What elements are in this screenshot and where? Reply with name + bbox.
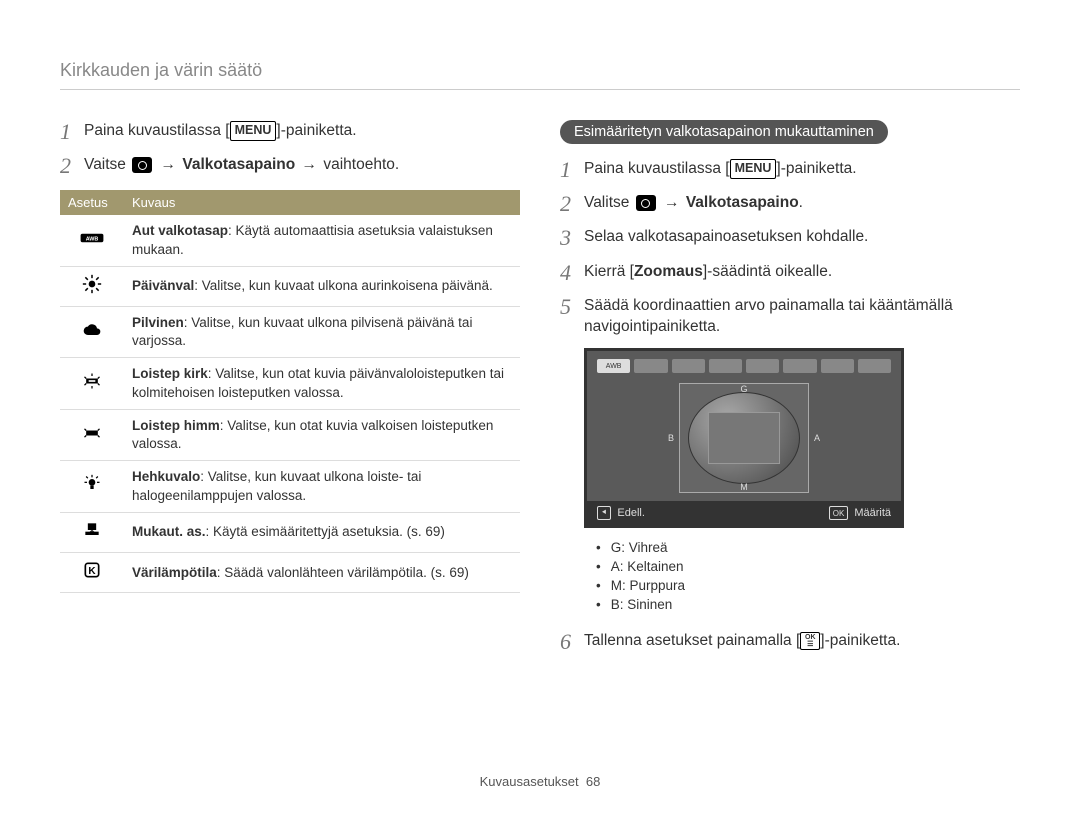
legend-item: A: Keltainen <box>596 557 1020 576</box>
axis-label-a: A <box>814 433 820 443</box>
table-row: AWBAut valkotasap: Käytä automaattisia a… <box>60 215 520 266</box>
row-title: Aut valkotasap <box>132 223 228 238</box>
white-balance-table: Asetus Kuvaus AWBAut valkotasap: Käytä a… <box>60 190 520 593</box>
table-row: Loistep kirk: Valitse, kun otat kuvia pä… <box>60 358 520 409</box>
row-title: Hehkuvalo <box>132 469 200 484</box>
kelvin-icon: K <box>78 560 106 580</box>
row-title: Päivänval <box>132 278 194 293</box>
ok-key-icon: OK <box>829 506 849 520</box>
right-step-5: 5Säädä koordinaattien arvo painamalla ta… <box>560 295 1020 338</box>
row-desc: : Käytä esimääritettyjä asetuksia. (s. 6… <box>206 524 445 539</box>
left-step-1: 1 Paina kuvaustilassa [MENU]-painiketta. <box>60 120 520 144</box>
right-column: Esimääritetyn valkotasapainon mukauttami… <box>560 120 1020 664</box>
color-legend: G: Vihreä A: Keltainen M: Purppura B: Si… <box>596 538 1020 614</box>
step-number: 1 <box>560 158 584 182</box>
wb-icon-strip: AWB <box>587 351 901 379</box>
row-title: Pilvinen <box>132 315 184 330</box>
row-title: Mukaut. as. <box>132 524 206 539</box>
right-step-6: 6 Tallenna asetukset painamalla [OK☰]-pa… <box>560 630 1020 654</box>
left-step-2: 2 Vaitse → Valkotasapaino → vaihtoehto. <box>60 154 520 178</box>
back-key-icon: ⯇ <box>597 506 611 520</box>
right-step-4: 4Kierrä [Zoomaus]-säädintä oikealle. <box>560 261 1020 285</box>
wb-chip <box>672 359 705 373</box>
table-row: Hehkuvalo: Valitse, kun kuvaat ulkona lo… <box>60 461 520 512</box>
table-row: Pilvinen: Valitse, kun kuvaat ulkona pil… <box>60 307 520 358</box>
wb-chip <box>634 359 667 373</box>
step-number: 2 <box>60 154 84 178</box>
wb-chip <box>746 359 779 373</box>
row-desc: : Valitse, kun kuvaat ulkona aurinkoisen… <box>194 278 492 293</box>
legend-item: B: Sininen <box>596 595 1020 614</box>
set-hint: OK Määritä <box>829 506 891 520</box>
left-column: 1 Paina kuvaustilassa [MENU]-painiketta.… <box>60 120 520 664</box>
axis-label-g: G <box>740 384 747 394</box>
table-header-desc: Kuvaus <box>124 190 520 215</box>
menu-chip: MENU <box>730 159 777 179</box>
wb-chip <box>783 359 816 373</box>
step-number: 1 <box>60 120 84 144</box>
step-number: 3 <box>560 226 584 250</box>
sun-icon <box>78 274 106 294</box>
right-step-3: 3Selaa valkotasapainoasetuksen kohdalle. <box>560 226 1020 250</box>
menu-chip: MENU <box>230 121 277 141</box>
table-row: K Värilämpötila: Säädä valonlähteen väril… <box>60 553 520 593</box>
row-desc: : Valitse, kun kuvaat ulkona pilvisenä p… <box>132 315 472 348</box>
camera-icon <box>636 195 656 211</box>
axis-label-b: B <box>668 433 674 443</box>
wb-chip <box>858 359 891 373</box>
camera-icon <box>132 157 152 173</box>
row-title: Värilämpötila <box>132 565 217 580</box>
wb-chip <box>821 359 854 373</box>
cloud-icon <box>78 320 106 340</box>
table-row: Loistep himm: Valitse, kun otat kuvia va… <box>60 409 520 460</box>
table-header-setting: Asetus <box>60 190 124 215</box>
back-hint: ⯇ Edell. <box>597 506 645 520</box>
right-step-1: 1Paina kuvaustilassa [MENU]-painiketta. <box>560 158 1020 182</box>
ok-chip-icon: OK☰ <box>800 632 820 650</box>
step-number: 5 <box>560 295 584 319</box>
legend-item: G: Vihreä <box>596 538 1020 557</box>
tungsten-icon <box>78 474 106 494</box>
awb-icon: AWB <box>78 228 106 248</box>
table-row: Mukaut. as.: Käytä esimääritettyjä asetu… <box>60 512 520 552</box>
table-row: Päivänval: Valitse, kun kuvaat ulkona au… <box>60 266 520 306</box>
page-title: Kirkkauden ja värin säätö <box>60 60 1020 90</box>
wb-adjust-box: G A M B <box>679 383 809 493</box>
row-desc: : Säädä valonlähteen värilämpötila. (s. … <box>217 565 469 580</box>
camera-lcd-illustration: AWB G A M B <box>584 348 904 528</box>
right-step-2: 2Valitse → Valkotasapaino. <box>560 192 1020 216</box>
wb-chip <box>709 359 742 373</box>
step-number: 6 <box>560 630 584 654</box>
fluor-w-icon <box>78 371 106 391</box>
two-column-layout: 1 Paina kuvaustilassa [MENU]-painiketta.… <box>60 120 1020 664</box>
axis-label-m: M <box>740 482 748 492</box>
custom-icon <box>78 520 106 540</box>
step-number: 4 <box>560 261 584 285</box>
fluor-n-icon <box>78 423 106 443</box>
svg-text:AWB: AWB <box>86 236 99 242</box>
row-title: Loistep himm <box>132 418 220 433</box>
manual-page: Kirkkauden ja värin säätö 1 Paina kuvaus… <box>0 0 1080 815</box>
legend-item: M: Purppura <box>596 576 1020 595</box>
step-number: 2 <box>560 192 584 216</box>
section-heading: Esimääritetyn valkotasapainon mukauttami… <box>560 120 888 144</box>
row-title: Loistep kirk <box>132 366 208 381</box>
wb-chip-awb: AWB <box>597 359 630 373</box>
page-footer: Kuvausasetukset 68 <box>0 774 1080 789</box>
svg-text:K: K <box>88 566 96 577</box>
